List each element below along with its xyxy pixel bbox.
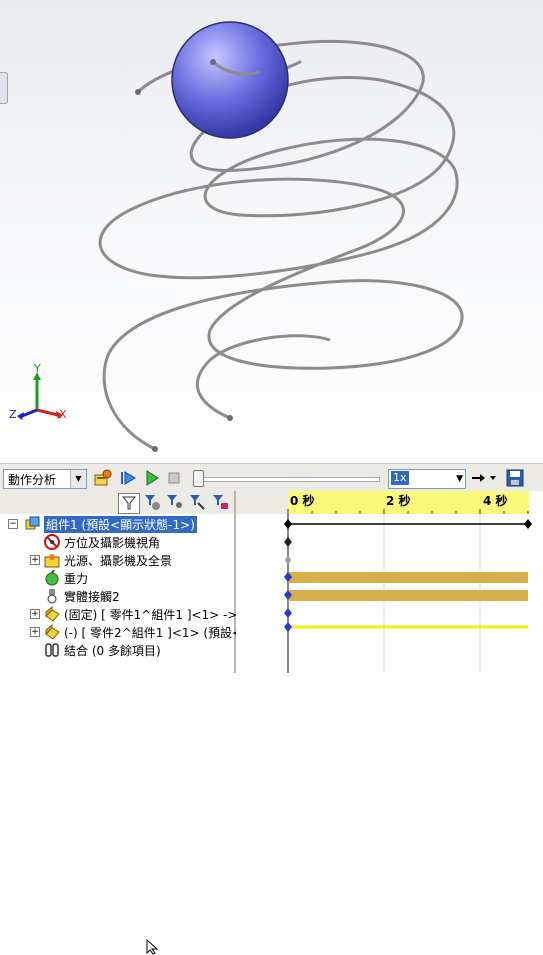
stop-button[interactable] (165, 469, 183, 487)
lights-icon (44, 554, 60, 568)
play-from-start-icon (121, 471, 136, 485)
tree-item-part1[interactable]: + (固定) [ 零件1^組件1 ]<1> -> ( (0, 605, 246, 623)
arrow-right-icon (472, 474, 496, 482)
no-view-icon (44, 534, 60, 550)
play-button[interactable] (143, 469, 161, 487)
tree-item-label: (固定) [ 零件1^組件1 ]<1> -> ( (64, 608, 246, 622)
spring-end-point (135, 89, 141, 95)
expand-icon[interactable]: + (30, 555, 40, 565)
motion-manager-tree: − 組件1 (預設<顯示狀態-1>) 方位及攝影機視角 + 光源、攝影機及全景 (0, 491, 246, 673)
spring-lower-coil (196, 334, 331, 420)
filter-animated-button[interactable] (118, 493, 140, 514)
tree-item-contact[interactable]: 實體接觸2 (0, 587, 234, 605)
playback-speed-select[interactable]: 1x ▼ (388, 469, 466, 489)
key-point (284, 622, 292, 632)
filter-driving-button[interactable] (142, 493, 162, 512)
tree-item-label: 實體接觸2 (64, 590, 120, 604)
tree-item-label: 方位及攝影機視角 (64, 536, 161, 550)
axis-z-label: Z (9, 408, 17, 421)
play-icon (146, 470, 159, 486)
gravity-icon (45, 570, 59, 586)
filter-driving-icon (145, 495, 160, 510)
tree-item-label: (-) [ 零件2^組件1 ]<1> (預設< (64, 626, 243, 640)
save-icon (506, 469, 524, 487)
playback-mode-button[interactable] (470, 469, 500, 487)
axis-triad: Y X Z (9, 362, 67, 421)
filter-results-icon (190, 495, 205, 510)
tree-item-orientation[interactable]: 方位及攝影機視角 (0, 533, 234, 551)
mouse-cursor-icon (146, 939, 159, 955)
axis-y-label: Y (33, 362, 41, 375)
study-type-select[interactable]: 動作分析 ▼ (3, 469, 87, 489)
filter-selected-icon (167, 495, 182, 508)
tree-item-gravity[interactable]: 重力 (0, 569, 234, 587)
part-icon (45, 606, 60, 622)
play-from-start-button[interactable] (119, 469, 137, 487)
assembly-icon (25, 516, 40, 530)
sphere[interactable] (171, 21, 289, 139)
tree-item-lights[interactable]: + 光源、攝影機及全景 (0, 551, 234, 569)
part-icon (45, 624, 60, 640)
playback-speed-value: 1x (391, 471, 409, 485)
motion-toolbar: 動作分析 ▼ 1x ▼ (0, 463, 543, 955)
collapse-icon[interactable]: − (8, 519, 18, 529)
key-point (524, 519, 532, 529)
axis-x-label: X (59, 408, 67, 421)
contact-icon (47, 589, 57, 604)
calculate-button[interactable] (94, 469, 112, 487)
calculate-icon (94, 469, 112, 486)
key-point (284, 519, 292, 529)
spring-model: Y X Z (9, 21, 464, 452)
tree-filter-bar (0, 491, 234, 514)
panel-flyout-handle[interactable] (0, 72, 8, 104)
tree-item-label: 光源、攝影機及全景 (64, 554, 173, 568)
chevron-down-icon: ▼ (456, 474, 463, 484)
filter-results-button[interactable] (187, 493, 207, 512)
stop-icon (168, 472, 180, 484)
tree-item-mates[interactable]: 結合 (0 多餘項目) (0, 641, 234, 659)
timeline-area[interactable]: 0 秒 2 秒 4 秒 (236, 491, 543, 673)
playback-slider[interactable] (195, 477, 380, 482)
tree-item-label: 重力 (64, 572, 89, 586)
motion-manager-panel: − 組件1 (預設<顯示狀態-1>) 方位及攝影機視角 + 光源、攝影機及全景 (0, 491, 543, 673)
chevron-down-icon: ▼ (70, 470, 86, 488)
tree-item-part2[interactable]: + (-) [ 零件2^組件1 ]<1> (預設< (0, 623, 242, 641)
gravity-track (288, 572, 528, 583)
spring-end-point (210, 59, 216, 65)
filter-icon (121, 496, 137, 510)
timeline-graphics (284, 509, 532, 673)
key-point (285, 555, 291, 565)
expand-icon[interactable]: + (30, 609, 40, 619)
spring-end-point (227, 415, 233, 421)
key-point (284, 537, 292, 547)
playback-slider-thumb[interactable] (193, 470, 204, 487)
filter-timeline-icon (213, 495, 228, 509)
tree-item-label: 組件1 (預設<顯示狀態-1>) (44, 516, 197, 533)
filter-selected-button[interactable] (164, 493, 184, 512)
key-point (284, 608, 292, 618)
filter-timeline-button[interactable] (210, 493, 230, 512)
graphics-viewport[interactable]: Y X Z (0, 0, 543, 463)
contact-track (288, 590, 528, 601)
spring-end-point (152, 446, 158, 452)
save-animation-button[interactable] (506, 469, 524, 487)
expand-icon[interactable]: + (30, 627, 40, 637)
study-type-label: 動作分析 (8, 473, 57, 487)
tree-item-label: 結合 (0 多餘項目) (64, 644, 161, 658)
mates-icon (45, 643, 59, 657)
tree-item-assembly[interactable]: − 組件1 (預設<顯示狀態-1>) (0, 515, 234, 533)
